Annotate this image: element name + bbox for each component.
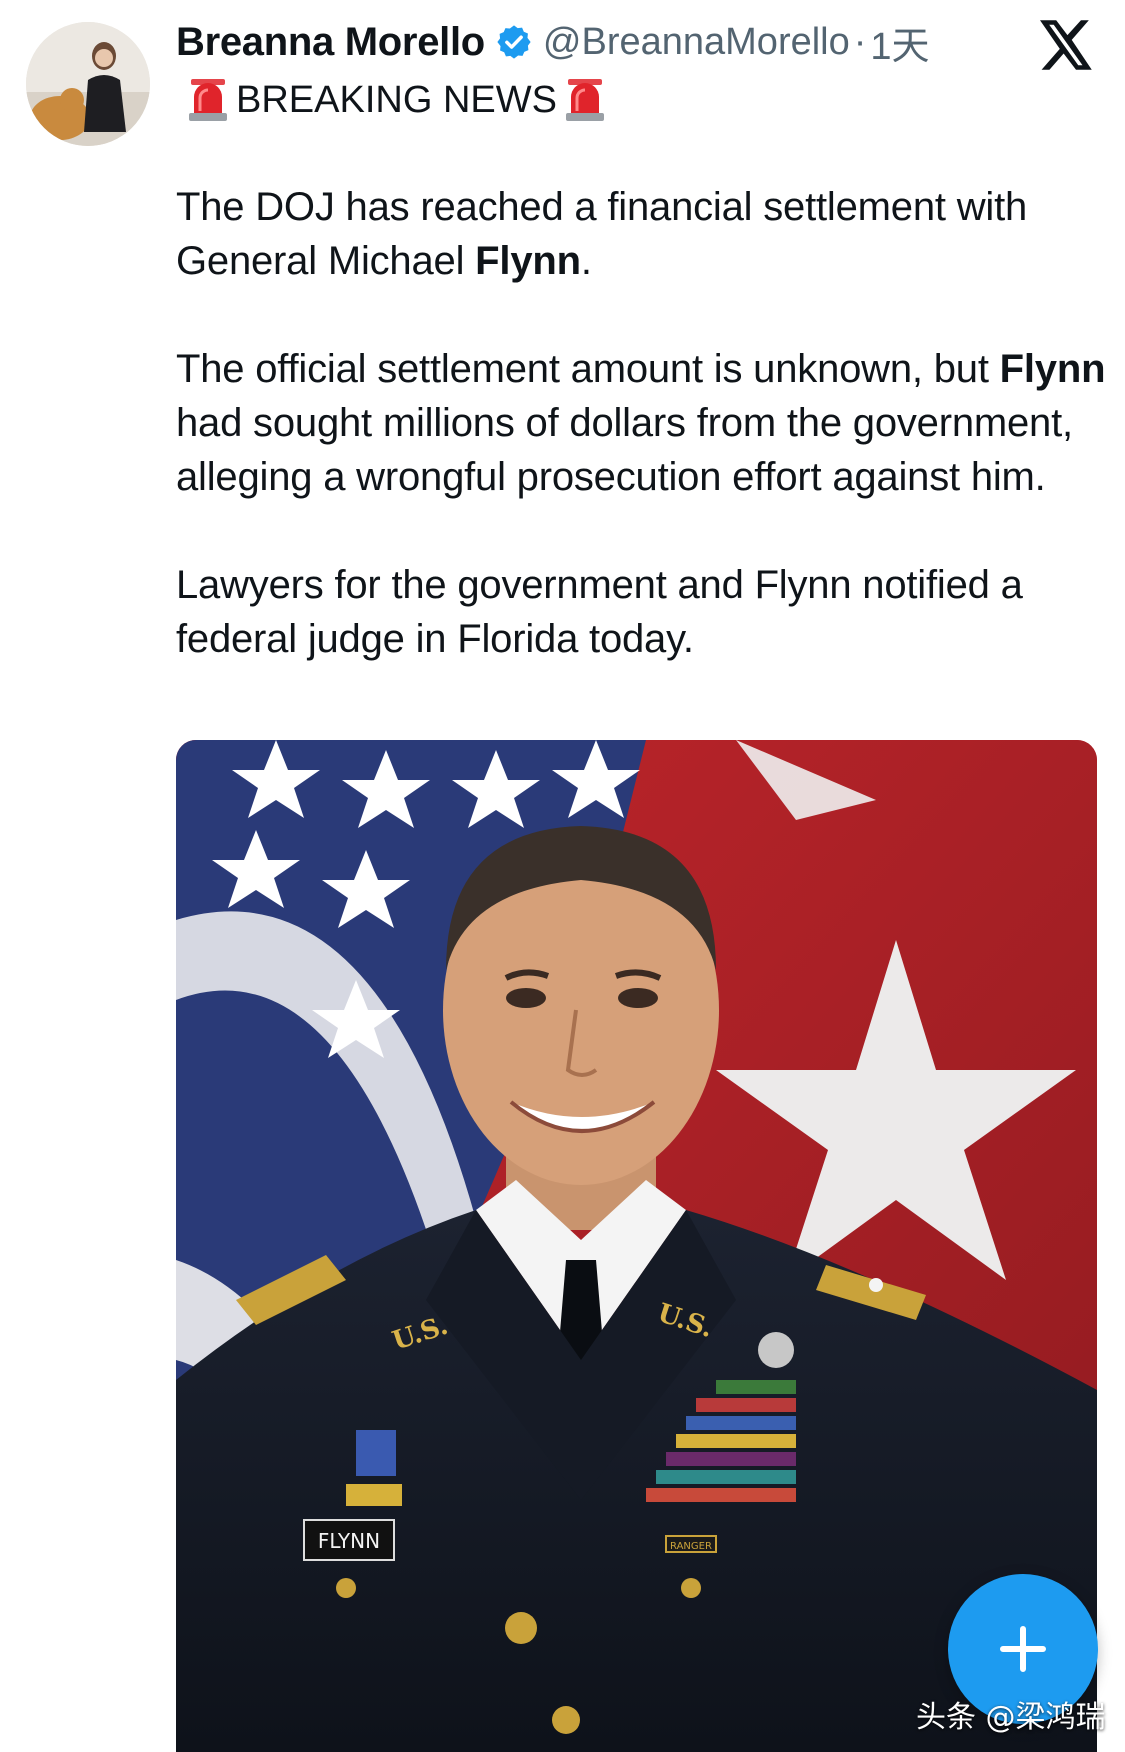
text-run: Lawyers for the government and Flynn not… xyxy=(176,563,1023,661)
tweet-paragraph: The official settlement amount is unknow… xyxy=(176,342,1111,504)
x-logo-icon[interactable] xyxy=(1040,20,1094,70)
bold-text-run: Flynn xyxy=(999,347,1106,391)
tweet-paragraph: The DOJ has reached a financial settleme… xyxy=(176,180,1111,288)
avatar-image xyxy=(26,22,150,146)
headline-line: BREAKING NEWS xyxy=(180,72,613,128)
watermark-text: 头条 @梁鸿瑞 xyxy=(916,1700,1106,1735)
meta-separator: · xyxy=(853,20,867,63)
author-avatar[interactable] xyxy=(26,22,150,146)
breaking-news-label: BREAKING NEWS xyxy=(236,78,557,121)
text-run: had sought millions of dollars from the … xyxy=(176,401,1073,499)
plus-icon xyxy=(1000,1626,1046,1672)
author-name[interactable]: Breanna Morello xyxy=(176,20,485,65)
name-tag: FLYNN xyxy=(318,1529,380,1553)
tweet-text: The DOJ has reached a financial settleme… xyxy=(176,180,1111,666)
author-handle[interactable]: @BreannaMorello xyxy=(543,21,850,64)
text-run: The DOJ has reached a financial settleme… xyxy=(176,185,1028,283)
tweet-paragraph: Lawyers for the government and Flynn not… xyxy=(176,558,1111,666)
siren-emoji-icon xyxy=(565,79,604,121)
ranger-tab: RANGER xyxy=(670,1541,712,1552)
text-run: . xyxy=(580,239,592,283)
portrait-image: U.S. U.S. FLYNN RANGER xyxy=(176,740,1097,1752)
tweet-photo[interactable]: U.S. U.S. FLYNN RANGER xyxy=(176,740,1097,1752)
verified-badge-icon xyxy=(497,25,531,59)
text-run: The official settlement amount is unknow… xyxy=(176,347,1000,391)
tweet-header: Breanna Morello @BreannaMorello · 1天 xyxy=(176,14,930,70)
siren-emoji-icon xyxy=(189,79,227,121)
tweet-time[interactable]: 1天 xyxy=(870,15,929,70)
bold-text-run: Flynn xyxy=(475,239,581,283)
